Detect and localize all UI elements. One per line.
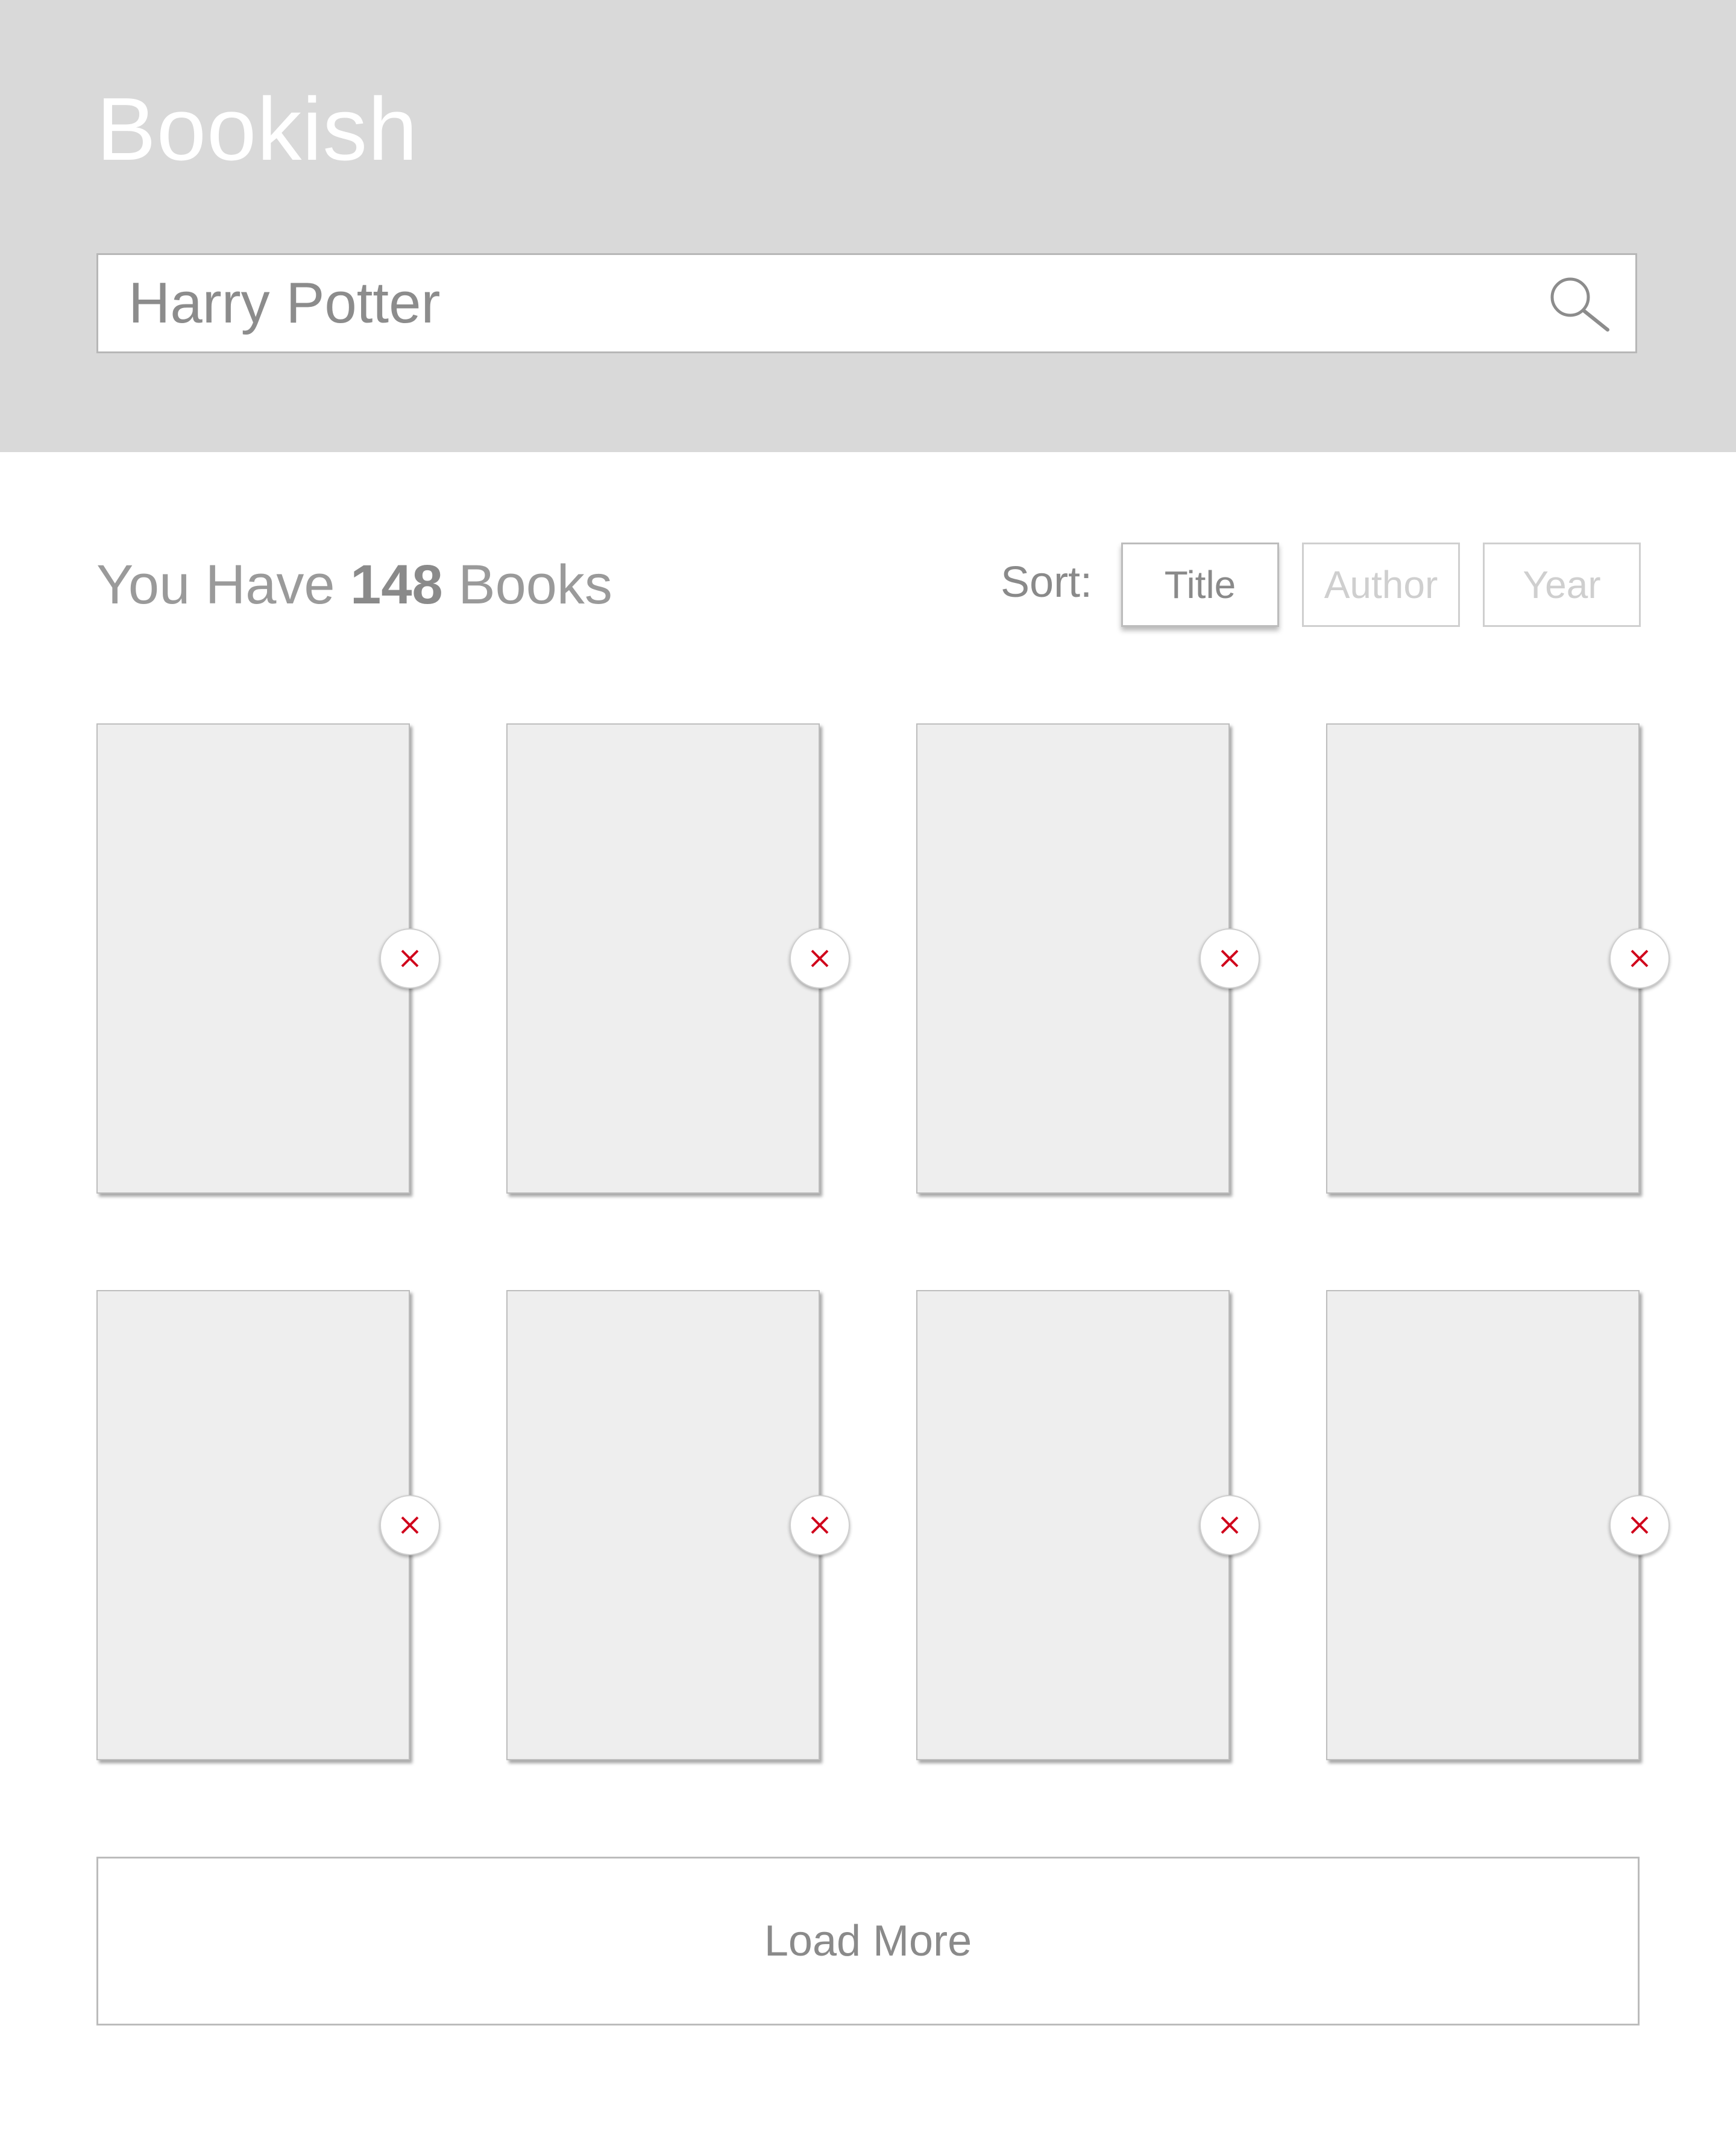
remove-book-button[interactable]	[1200, 928, 1260, 989]
book-card[interactable]	[916, 1290, 1260, 1760]
close-icon	[811, 1516, 829, 1534]
app-title: Bookish	[96, 80, 418, 179]
search-input[interactable]	[128, 255, 1515, 351]
app-header: Bookish	[0, 0, 1736, 452]
remove-book-button[interactable]	[790, 1495, 850, 1555]
remove-book-button[interactable]	[790, 928, 850, 989]
summary-suffix: Books	[458, 554, 612, 615]
book-card[interactable]	[96, 723, 440, 1194]
book-card[interactable]	[96, 1290, 440, 1760]
close-icon	[401, 1516, 419, 1534]
remove-book-button[interactable]	[380, 1495, 440, 1555]
book-count: 148	[350, 554, 443, 615]
close-icon	[1221, 949, 1239, 968]
search-icon[interactable]	[1545, 273, 1611, 333]
search-box[interactable]	[96, 253, 1637, 353]
remove-book-button[interactable]	[1609, 1495, 1670, 1555]
book-card[interactable]	[1326, 723, 1670, 1194]
remove-book-button[interactable]	[1609, 928, 1670, 989]
load-more-button[interactable]: Load More	[96, 1857, 1640, 2025]
book-card[interactable]	[916, 723, 1260, 1194]
close-icon	[1631, 1516, 1649, 1534]
close-icon	[401, 949, 419, 968]
sort-year-button[interactable]: Year	[1483, 543, 1641, 627]
book-count-summary: You Have 148 Books	[96, 549, 612, 621]
close-icon	[1221, 1516, 1239, 1534]
sort-label: Sort:	[1001, 558, 1093, 606]
sort-title-button[interactable]: Title	[1121, 543, 1279, 627]
summary-prefix: You Have	[96, 554, 335, 615]
close-icon	[1631, 949, 1649, 968]
book-card[interactable]	[1326, 1290, 1670, 1760]
remove-book-button[interactable]	[380, 928, 440, 989]
book-card[interactable]	[506, 1290, 850, 1760]
remove-book-button[interactable]	[1200, 1495, 1260, 1555]
book-card[interactable]	[506, 723, 850, 1194]
close-icon	[811, 949, 829, 968]
sort-author-button[interactable]: Author	[1302, 543, 1460, 627]
